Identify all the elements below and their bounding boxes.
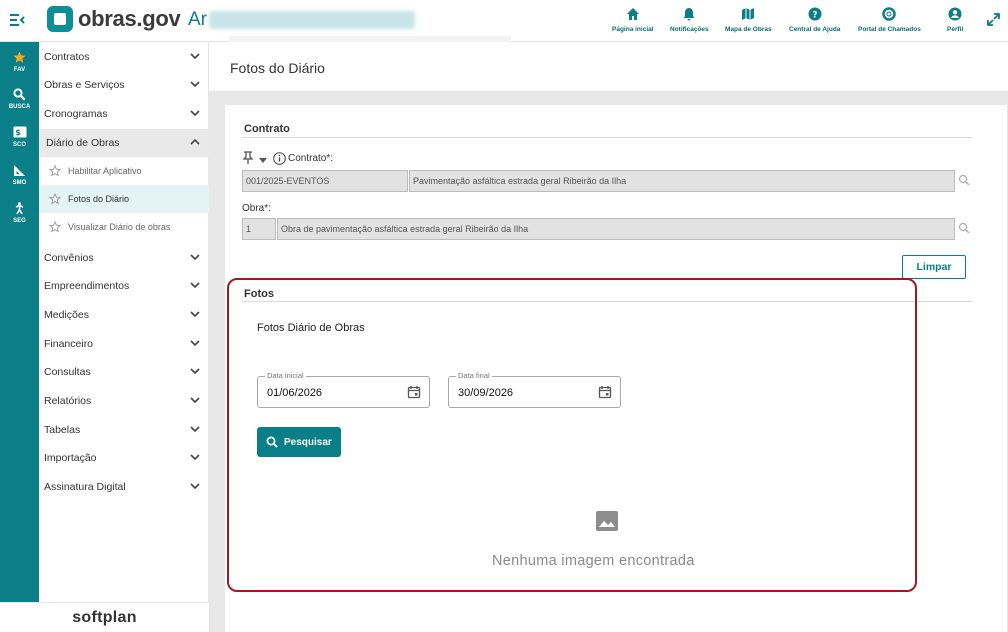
data-inicial-value[interactable]: 01/06/2026 [267, 387, 322, 399]
rail-sco[interactable]: $ SCO [0, 126, 39, 148]
limpar-button[interactable]: Limpar [902, 255, 966, 279]
sidebar-item-contratos[interactable]: Contratos [39, 43, 209, 71]
softplan-logo: softplan [0, 602, 209, 632]
chevron-down-icon [190, 254, 200, 261]
contrato-code-field[interactable]: 001/2025-EVENTOS [242, 170, 408, 192]
chevron-down-icon [190, 483, 200, 490]
data-final-field[interactable]: Data final 30/09/2026 [448, 371, 621, 408]
page-title: Fotos do Diário [230, 60, 325, 76]
nav-home[interactable]: Página inicial [612, 7, 654, 33]
nav-tickets-portal[interactable]: Portal de Chamados [858, 7, 921, 33]
image-placeholder-icon [596, 511, 618, 531]
chevron-up-icon [190, 138, 200, 145]
menu-collapse-icon[interactable] [8, 12, 26, 30]
contrato-section-title: Contrato [244, 123, 290, 135]
logo-mark-icon [47, 6, 73, 32]
sidebar-menu: Contratos Obras e Serviços Cronogramas D… [39, 42, 209, 602]
chevron-down-icon [190, 368, 200, 375]
contrato-search-icon[interactable] [957, 174, 971, 188]
nav-help-center[interactable]: ? Central de Ajuda [789, 7, 840, 33]
obra-label: Obra*: [242, 203, 271, 214]
expand-icon[interactable] [986, 13, 1000, 27]
quick-access-rail: FAV BUSCA $ SCO SMO SEG [0, 42, 39, 602]
pesquisar-button[interactable]: Pesquisar [257, 427, 341, 457]
sidebar-item-tabelas[interactable]: Tabelas [39, 416, 209, 444]
nav-map[interactable]: Mapa de Obras [725, 7, 772, 33]
sidebar-item-assinatura-digital[interactable]: Assinatura Digital [39, 473, 209, 501]
svg-text:$: $ [15, 128, 21, 137]
dropdown-arrow-icon[interactable] [259, 155, 267, 163]
nav-profile[interactable]: Perfil [947, 7, 963, 33]
sidebar-subitem-visualizar-diario[interactable]: Visualizar Diário de obras [39, 213, 209, 241]
obra-description-field[interactable]: Obra de pavimentação asfáltica estrada g… [277, 218, 955, 240]
data-inicial-label: Data inicial [265, 371, 306, 380]
chevron-down-icon [190, 340, 200, 347]
page-header: Fotos do Diário [209, 42, 1008, 91]
star-outline-icon[interactable] [48, 192, 62, 205]
lifebuoy-icon [881, 7, 897, 23]
sidebar-item-obras-servicos[interactable]: Obras e Serviços [39, 71, 209, 99]
nav-notifications[interactable]: Notificações [670, 7, 709, 33]
person-icon [13, 202, 27, 216]
chevron-down-icon [190, 53, 200, 60]
environment-name: Ar [188, 9, 415, 31]
chevron-down-icon [190, 426, 200, 433]
data-inicial-field[interactable]: Data inicial 01/06/2026 [257, 371, 430, 408]
calendar-icon[interactable] [598, 385, 612, 399]
sidebar-item-financeiro[interactable]: Financeiro [39, 330, 209, 358]
sidebar-item-medicoes[interactable]: Medições [39, 301, 209, 329]
home-icon [625, 7, 641, 23]
ruler-icon [13, 164, 27, 178]
pin-icon[interactable] [242, 151, 254, 165]
data-final-label: Data final [456, 371, 492, 380]
rail-smo[interactable]: SMO [0, 164, 39, 186]
calendar-icon[interactable] [407, 385, 421, 399]
star-icon [13, 51, 27, 65]
svg-text:?: ? [812, 11, 817, 21]
money-icon: $ [13, 126, 27, 140]
divider [242, 137, 973, 138]
environment-name-blurred [209, 10, 415, 29]
chevron-down-icon [190, 397, 200, 404]
sidebar-item-cronogramas[interactable]: Cronogramas [39, 100, 209, 128]
sidebar-item-relatorios[interactable]: Relatórios [39, 387, 209, 415]
sidebar-item-diario-obras[interactable]: Diário de Obras [39, 129, 209, 157]
obra-code-field[interactable]: 1 [242, 218, 276, 240]
chevron-down-icon [190, 110, 200, 117]
star-outline-icon[interactable] [48, 164, 62, 177]
user-icon [947, 7, 963, 23]
top-bar: obras.gov Ar Página inicial Notificações… [0, 0, 1008, 44]
rail-fav[interactable]: FAV [0, 51, 39, 73]
sidebar-item-consultas[interactable]: Consultas [39, 358, 209, 386]
help-icon: ? [807, 7, 823, 23]
contrato-label: Contrato*: [288, 153, 334, 164]
app-logo[interactable]: obras.gov [47, 6, 181, 32]
contrato-description-field[interactable]: Pavimentação asfáltica estrada geral Rib… [409, 170, 955, 192]
rail-search[interactable]: BUSCA [0, 88, 39, 110]
logo-text: obras.gov [78, 6, 181, 31]
sidebar-subitem-fotos-diario[interactable]: Fotos do Diário [39, 185, 209, 213]
chevron-down-icon [190, 282, 200, 289]
fotos-subtitle: Fotos Diário de Obras [257, 322, 365, 334]
sidebar-item-empreendimentos[interactable]: Empreendimentos [39, 272, 209, 300]
sidebar-subitem-habilitar-aplicativo[interactable]: Habilitar Aplicativo [39, 157, 209, 185]
map-icon [740, 7, 756, 23]
obra-search-icon[interactable] [957, 222, 971, 236]
bell-icon [681, 7, 697, 23]
chevron-down-icon [190, 311, 200, 318]
sidebar-item-convenios[interactable]: Convênios [39, 244, 209, 272]
chevron-down-icon [190, 81, 200, 88]
info-icon[interactable] [273, 152, 286, 165]
star-outline-icon[interactable] [48, 220, 62, 233]
chevron-down-icon [190, 454, 200, 461]
empty-state-text: Nenhuma imagem encontrada [492, 553, 695, 569]
rail-seg[interactable]: SEG [0, 202, 39, 224]
search-icon [266, 436, 278, 448]
search-icon [13, 88, 27, 102]
data-final-value[interactable]: 30/09/2026 [458, 387, 513, 399]
sidebar-item-importacao[interactable]: Importação [39, 444, 209, 472]
